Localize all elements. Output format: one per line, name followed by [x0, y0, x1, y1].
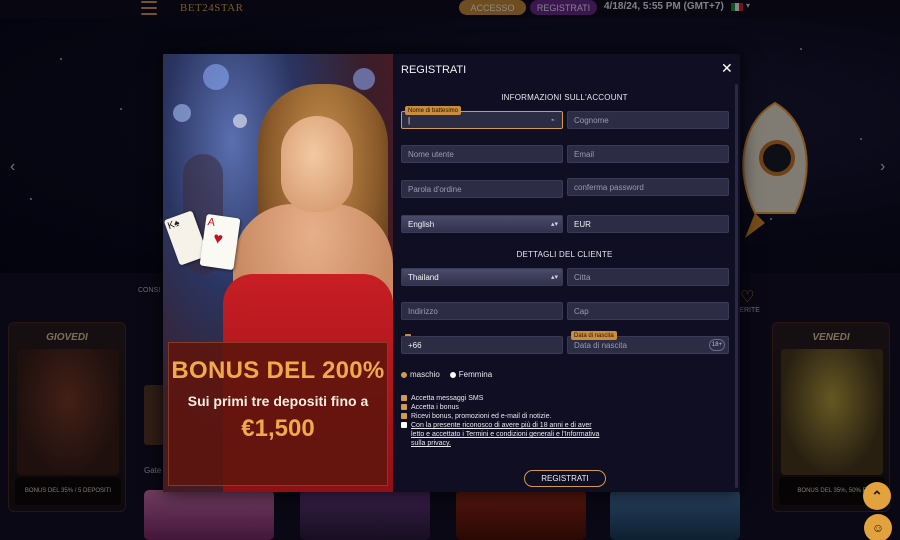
age-badge: 18+	[709, 339, 725, 351]
checkbox-checked-icon	[401, 413, 407, 419]
checkbox-unchecked-icon	[401, 422, 407, 428]
modal-scrollbar[interactable]	[735, 84, 738, 488]
bokeh-light	[233, 114, 247, 128]
bonus-subtitle: Sui primi tre depositi fino a	[187, 393, 369, 409]
promo-banner: K♠ A ♥ BONUS DEL 200% Sui primi tre depos…	[163, 54, 393, 492]
gender-radio-group: maschio Femmina	[401, 370, 492, 379]
newsletter-label: Ricevi bonus, promozioni ed e-mail di no…	[411, 413, 552, 420]
confirm-password-field[interactable]: conferma password	[567, 178, 729, 196]
checkbox-checked-icon	[401, 404, 407, 410]
last-name-field[interactable]: Cognome	[567, 111, 729, 129]
gender-female-radio[interactable]: Femmina	[449, 370, 493, 379]
gender-female-label: Femmina	[458, 370, 493, 379]
username-field[interactable]: Nome utente	[401, 145, 563, 163]
sms-label: Accetta messaggi SMS	[411, 395, 484, 402]
language-value: English	[408, 219, 435, 229]
register-submit-button[interactable]: REGISTRATI	[524, 470, 606, 487]
support-icon[interactable]: ☺	[864, 514, 892, 540]
country-select[interactable]: Thailand ▴▾	[401, 268, 563, 286]
close-icon[interactable]: ✕	[721, 60, 733, 77]
bokeh-light	[353, 68, 375, 90]
dropdown-caret-icon: ▴▾	[550, 221, 558, 228]
terms-label[interactable]: Con la presente riconosco di avere più d…	[411, 421, 601, 448]
address-field[interactable]: Indirizzo	[401, 302, 563, 320]
dob-placeholder: Data di nascita	[574, 340, 627, 350]
currency-value: EUR	[574, 219, 591, 229]
bokeh-light	[203, 64, 229, 90]
registration-form: REGISTRATI ✕ INFORMAZIONI SULL'ACCOUNT |…	[393, 54, 740, 492]
first-name-label: Nome di battesimo	[405, 106, 462, 115]
phone-prefix: +66	[408, 340, 422, 350]
terms-checkbox[interactable]: Con la presente riconosco di avere più d…	[401, 421, 601, 448]
gender-male-radio[interactable]: maschio	[401, 370, 440, 379]
modal-title: REGISTRATI	[401, 64, 467, 76]
dropdown-caret-icon: ▴▾	[550, 274, 558, 281]
checkbox-checked-icon	[401, 395, 407, 401]
bonus-checkbox[interactable]: Accetta i bonus	[401, 403, 601, 412]
sms-checkbox[interactable]: Accetta messaggi SMS	[401, 394, 601, 403]
account-section-title: INFORMAZIONI SULL'ACCOUNT	[501, 93, 628, 102]
newsletter-checkbox[interactable]: Ricevi bonus, promozioni ed e-mail di no…	[401, 412, 601, 421]
model-face	[281, 116, 353, 212]
autofill-icon: ▪·	[551, 116, 556, 124]
playing-card-icon: A ♥	[199, 213, 241, 271]
bonus-panel: BONUS DEL 200% Sui primi tre depositi fi…	[168, 342, 388, 486]
dob-label: Data di nascita	[571, 331, 617, 340]
currency-field[interactable]: EUR	[567, 215, 729, 233]
bonus-amount: €1,500	[241, 415, 315, 442]
city-field[interactable]: Citta	[567, 268, 729, 286]
chevron-up-icon[interactable]: ⌃	[863, 482, 891, 510]
gender-male-label: maschio	[410, 370, 440, 379]
consent-checkboxes: Accetta messaggi SMS Accetta i bonus Ric…	[401, 394, 601, 448]
phone-field[interactable]: +66	[401, 336, 563, 354]
radio-unchecked-icon	[449, 371, 456, 378]
bonus-label: Accetta i bonus	[411, 404, 459, 411]
bonus-title: BONUS DEL 200%	[171, 357, 385, 384]
radio-checked-icon	[401, 371, 407, 378]
language-select[interactable]: English ▴▾	[401, 215, 563, 233]
country-value: Thailand	[408, 272, 439, 282]
registration-modal: K♠ A ♥ BONUS DEL 200% Sui primi tre depos…	[163, 54, 740, 492]
customer-section-title: DETTAGLI DEL CLIENTE	[516, 250, 613, 259]
password-field[interactable]: Parola d'ordine	[401, 180, 563, 198]
bokeh-light	[173, 104, 191, 122]
first-name-value: |	[408, 115, 411, 125]
email-field[interactable]: Email	[567, 145, 729, 163]
zip-field[interactable]: Cap	[567, 302, 729, 320]
